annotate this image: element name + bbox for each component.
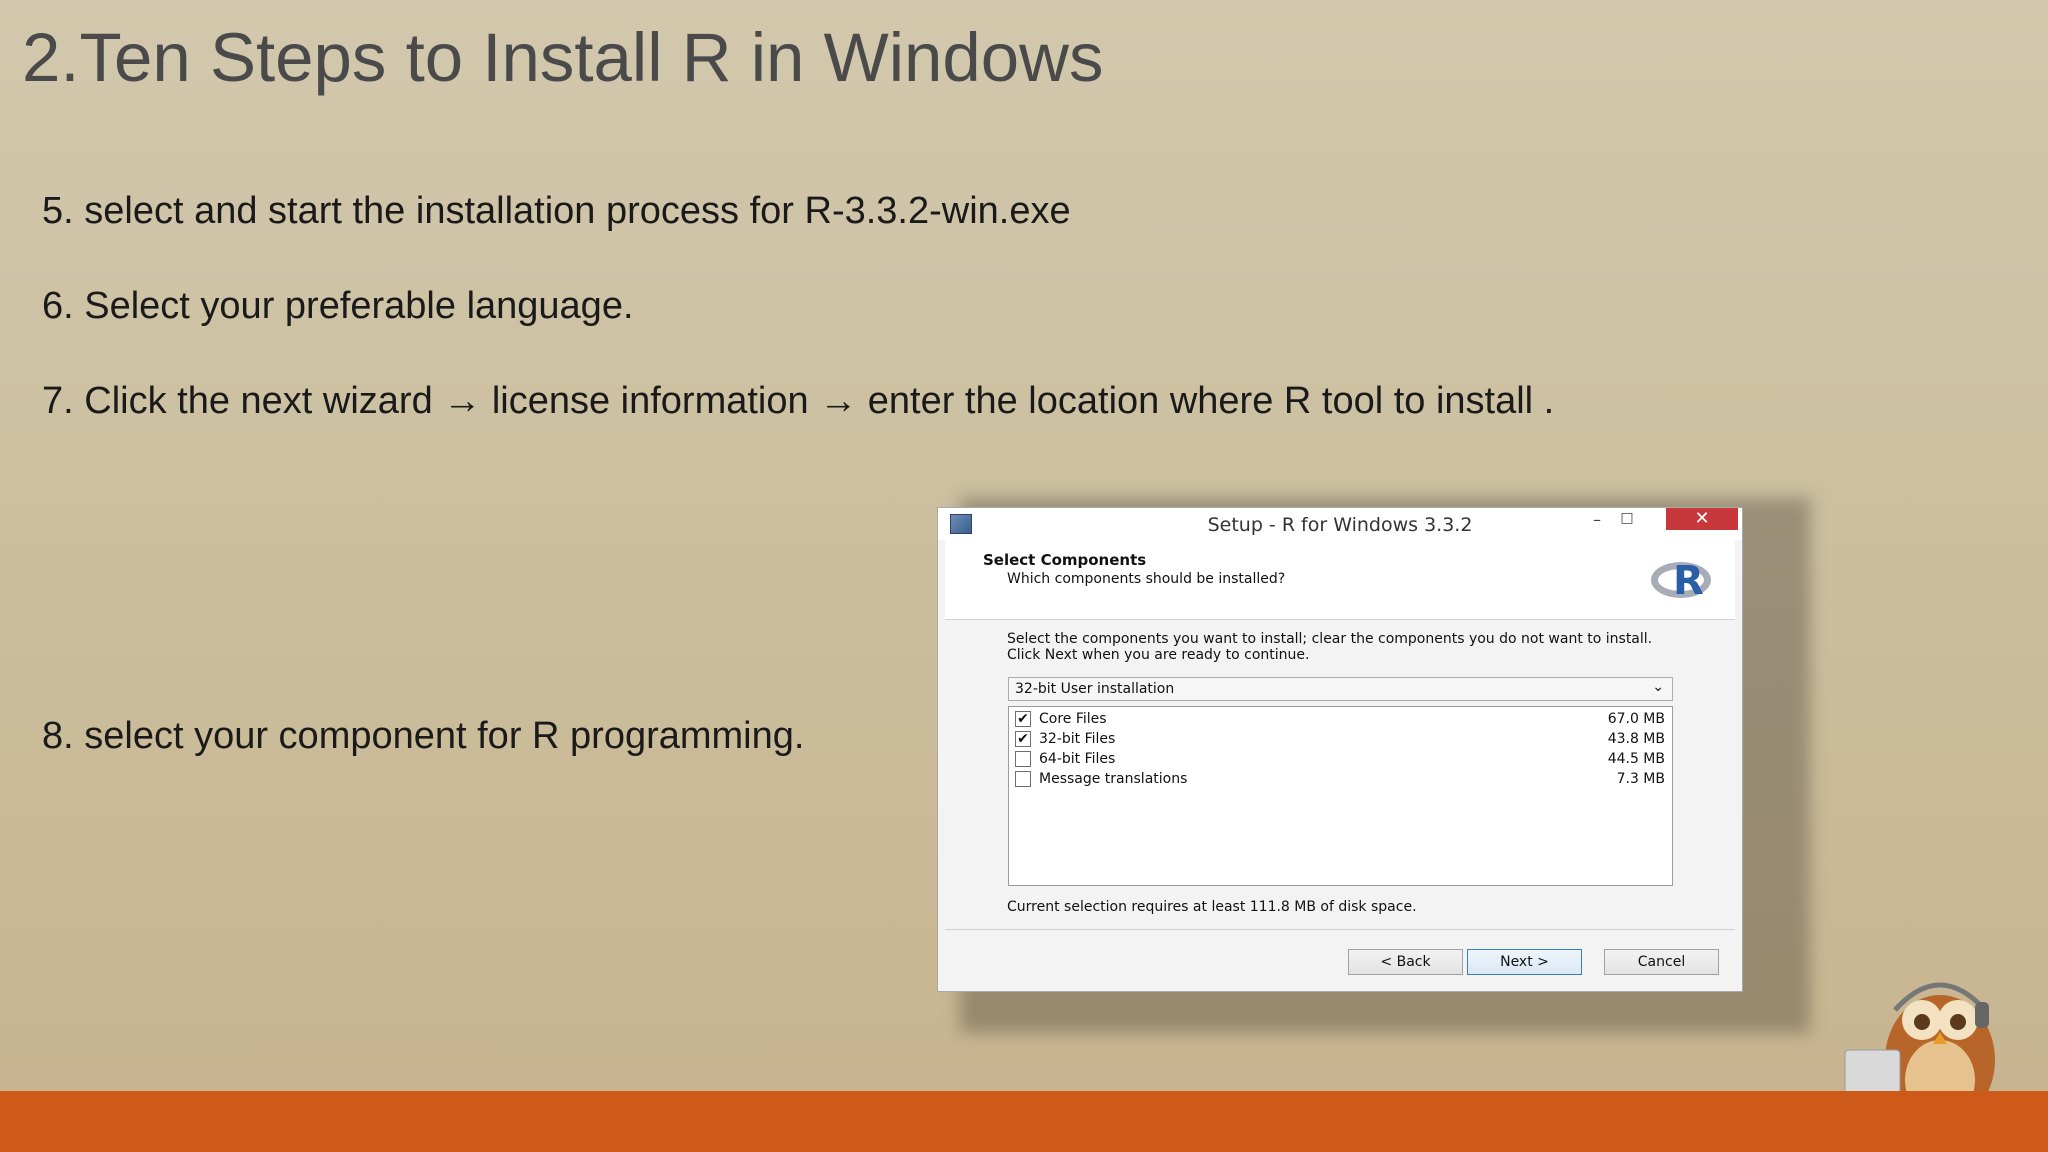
list-item[interactable]: ✔ Core Files 67.0 MB — [1015, 709, 1665, 729]
chevron-down-icon[interactable]: ⌄ — [1652, 679, 1664, 695]
maximize-icon[interactable]: □ — [1614, 510, 1640, 532]
dialog-titlebar: Setup - R for Windows 3.3.2 – □ ✕ — [938, 508, 1742, 540]
component-size: 67.0 MB — [1607, 711, 1665, 727]
components-description: Select the components you want to instal… — [1007, 631, 1653, 663]
slide-title: 2.Ten Steps to Install R in Windows — [22, 19, 1104, 96]
list-item[interactable]: 64-bit Files 44.5 MB — [1015, 749, 1665, 769]
list-item[interactable]: Message translations 7.3 MB — [1015, 769, 1665, 789]
component-size: 7.3 MB — [1616, 771, 1665, 787]
component-checkbox[interactable] — [1015, 771, 1031, 787]
minimize-icon[interactable]: – — [1584, 510, 1610, 532]
install-type-value: 32-bit User installation — [1015, 681, 1175, 697]
r-logo-letter: R — [1673, 558, 1704, 604]
dialog-header: Select Components Which components shoul… — [945, 540, 1735, 620]
component-name: 32-bit Files — [1039, 731, 1116, 747]
install-type-select[interactable]: 32-bit User installation ⌄ — [1008, 677, 1673, 701]
component-size: 43.8 MB — [1607, 731, 1665, 747]
r-logo-icon: R — [1651, 558, 1717, 604]
component-checkbox[interactable]: ✔ — [1015, 711, 1031, 727]
bullet-step-5: 5. select and start the installation pro… — [42, 190, 1071, 232]
component-checkbox[interactable]: ✔ — [1015, 731, 1031, 747]
header-title: Select Components — [983, 551, 1147, 569]
back-button[interactable]: < Back — [1348, 949, 1463, 975]
disk-space-note: Current selection requires at least 111.… — [1007, 899, 1417, 915]
cancel-button[interactable]: Cancel — [1604, 949, 1719, 975]
header-subtitle: Which components should be installed? — [1007, 571, 1286, 587]
bullet-step-6: 6. Select your preferable language. — [42, 285, 634, 327]
component-name: Message translations — [1039, 771, 1188, 787]
close-icon[interactable]: ✕ — [1666, 508, 1738, 530]
list-item[interactable]: ✔ 32-bit Files 43.8 MB — [1015, 729, 1665, 749]
component-checkbox[interactable] — [1015, 751, 1031, 767]
component-name: Core Files — [1039, 711, 1107, 727]
divider — [945, 929, 1735, 930]
next-button[interactable]: Next > — [1467, 949, 1582, 975]
bottom-accent-bar — [0, 1091, 2048, 1152]
component-name: 64-bit Files — [1039, 751, 1116, 767]
setup-dialog-screenshot: Setup - R for Windows 3.3.2 – □ ✕ Select… — [937, 507, 1743, 992]
bullet-step-7: 7. Click the next wizard → license infor… — [42, 380, 1555, 422]
bullet-step-8: 8. select your component for R programmi… — [42, 715, 805, 757]
components-list: ✔ Core Files 67.0 MB ✔ 32-bit Files 43.8… — [1008, 706, 1673, 886]
component-size: 44.5 MB — [1607, 751, 1665, 767]
